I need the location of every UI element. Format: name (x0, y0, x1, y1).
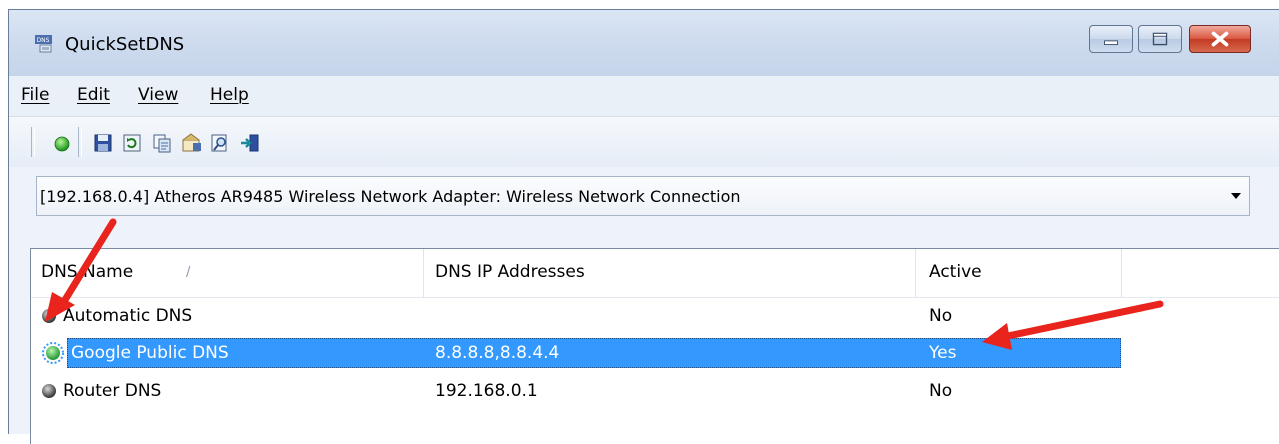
column-header-active[interactable]: Active (929, 262, 982, 282)
dns-app-icon: DNS (35, 35, 52, 53)
menu-file[interactable]: File (21, 85, 49, 105)
row-dns-ip: 192.168.0.1 (435, 381, 538, 401)
minimize-icon (1104, 40, 1118, 46)
table-row[interactable]: Automatic DNS No (31, 301, 1121, 331)
adapter-select-value: [192.168.0.4] Atheros AR9485 Wireless Ne… (40, 187, 741, 206)
chevron-down-icon[interactable] (1231, 193, 1241, 199)
menu-view[interactable]: View (138, 85, 178, 105)
status-gray-icon (42, 384, 56, 398)
row-dns-ip: 8.8.8.8,8.8.4.4 (435, 343, 560, 363)
save-icon[interactable] (92, 132, 114, 154)
list-header: DNS Name / DNS IP Addresses Active (31, 249, 1279, 298)
menu-help[interactable]: Help (210, 85, 249, 105)
close-button[interactable] (1189, 25, 1251, 53)
table-row[interactable]: Router DNS 192.168.0.1 No (31, 376, 1121, 406)
row-active: Yes (929, 343, 957, 363)
maximize-icon (1152, 32, 1168, 46)
find-icon[interactable] (209, 132, 231, 154)
row-active: No (929, 306, 953, 326)
toolbar (9, 117, 1279, 167)
status-green-icon (42, 342, 64, 364)
app-window: DNS QuickSetDNS File Edit View Help [192… (8, 9, 1279, 444)
row-dns-name: Automatic DNS (63, 306, 193, 326)
menu-edit[interactable]: Edit (77, 85, 110, 105)
toolbar-separator (78, 127, 82, 157)
column-divider[interactable] (915, 249, 916, 297)
sort-indicator-icon: / (186, 265, 191, 280)
status-gray-icon (42, 309, 56, 323)
column-divider[interactable] (423, 249, 424, 297)
menu-bar: File Edit View Help (9, 76, 1279, 117)
svg-text:DNS: DNS (37, 37, 50, 44)
properties-icon[interactable] (181, 132, 203, 154)
maximize-button[interactable] (1138, 25, 1182, 53)
adapter-select[interactable]: [192.168.0.4] Atheros AR9485 Wireless Ne… (36, 176, 1250, 216)
dns-list: DNS Name / DNS IP Addresses Active Autom… (30, 248, 1279, 444)
minimize-button[interactable] (1089, 25, 1133, 53)
row-dns-name: Router DNS (63, 381, 162, 401)
title-bar[interactable]: DNS QuickSetDNS (9, 10, 1279, 76)
row-dns-name: Google Public DNS (71, 343, 229, 363)
toolbar-separator (31, 127, 35, 157)
close-icon (1211, 31, 1229, 47)
table-row-selected[interactable]: Google Public DNS 8.8.8.8,8.8.4.4 Yes (67, 338, 1121, 368)
column-header-dns-name[interactable]: DNS Name (41, 262, 133, 282)
row-active: No (929, 381, 953, 401)
refresh-icon[interactable] (121, 132, 143, 154)
green-circle-icon[interactable] (51, 132, 73, 154)
column-divider[interactable] (1121, 249, 1122, 297)
column-header-dns-ip[interactable]: DNS IP Addresses (435, 262, 585, 282)
window-title: QuickSetDNS (65, 34, 185, 55)
exit-icon[interactable] (239, 132, 261, 154)
copy-icon[interactable] (151, 132, 173, 154)
